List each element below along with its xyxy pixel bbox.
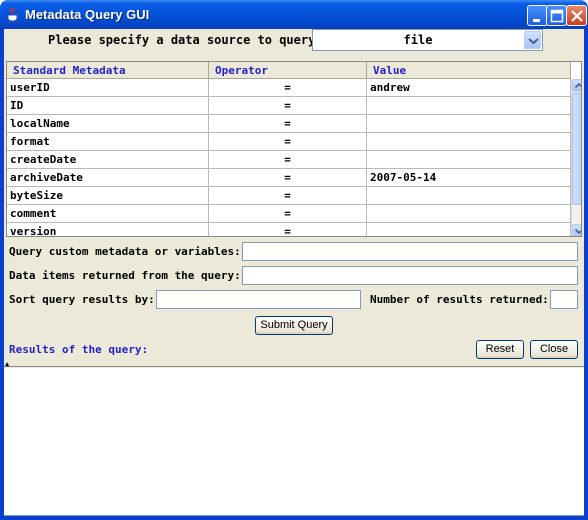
sort-by-input[interactable] — [156, 290, 361, 309]
value-cell[interactable] — [367, 133, 571, 151]
operator-cell[interactable]: = — [209, 115, 367, 133]
table-row[interactable]: comment = — [7, 205, 571, 223]
client-area: Please specify a data source to query: f… — [4, 29, 584, 516]
dropdown-arrow-button[interactable] — [524, 31, 541, 49]
maximize-button[interactable] — [546, 5, 567, 26]
table-scrollbar[interactable] — [571, 79, 581, 236]
operator-cell[interactable]: = — [209, 79, 367, 97]
table-row[interactable]: createDate = — [7, 151, 571, 169]
metadata-name-cell[interactable]: comment — [7, 205, 209, 223]
table-row[interactable]: ID = — [7, 97, 571, 115]
table-row[interactable]: userID = andrew — [7, 79, 571, 97]
table-row[interactable]: byteSize = — [7, 187, 571, 205]
table-row[interactable]: format = — [7, 133, 571, 151]
operator-cell[interactable]: = — [209, 223, 367, 236]
results-label: Results of the query: — [9, 343, 149, 356]
custom-metadata-label: Query custom metadata or variables: — [9, 245, 241, 258]
custom-metadata-input[interactable] — [242, 242, 578, 261]
maximize-icon — [550, 9, 564, 23]
close-button[interactable]: Close — [530, 340, 578, 359]
data-source-value: file — [403, 33, 433, 47]
metadata-name-cell[interactable]: version — [7, 223, 209, 236]
operator-cell[interactable]: = — [209, 151, 367, 169]
metadata-name-cell[interactable]: localName — [7, 115, 209, 133]
value-cell[interactable] — [367, 205, 571, 223]
metadata-name-cell[interactable]: format — [7, 133, 209, 151]
number-results-input[interactable] — [550, 290, 578, 309]
value-cell[interactable] — [367, 115, 571, 133]
scroll-up-button[interactable] — [572, 79, 581, 92]
number-results-label: Number of results returned: — [370, 293, 549, 306]
operator-cell[interactable]: = — [209, 169, 367, 187]
operator-cell[interactable]: = — [209, 133, 367, 151]
header-operator[interactable]: Operator — [209, 62, 367, 79]
value-cell[interactable] — [367, 97, 571, 115]
scroll-thumb[interactable] — [572, 93, 581, 205]
table-row[interactable]: version = — [7, 223, 571, 236]
sort-by-label: Sort query results by: — [9, 293, 155, 306]
split-pane-divider[interactable]: ▲▼ — [4, 361, 584, 374]
chevron-up-icon — [574, 82, 581, 89]
returned-items-label: Data items returned from the query: — [9, 269, 241, 282]
table-header: Standard Metadata Operator Value — [7, 62, 571, 79]
value-cell[interactable]: andrew — [367, 79, 571, 97]
value-cell[interactable]: 2007-05-14 — [367, 169, 571, 187]
operator-cell[interactable]: = — [209, 205, 367, 223]
table-row[interactable]: localName = — [7, 115, 571, 133]
java-cup-icon — [7, 7, 19, 23]
operator-cell[interactable]: = — [209, 187, 367, 205]
scroll-down-button[interactable] — [572, 224, 581, 236]
header-value[interactable]: Value — [367, 62, 571, 79]
data-source-label: Please specify a data source to query: — [48, 33, 323, 47]
close-window-button[interactable] — [566, 5, 587, 26]
minimize-button[interactable] — [527, 5, 548, 26]
reset-button[interactable]: Reset — [476, 340, 524, 359]
header-standard-metadata[interactable]: Standard Metadata — [7, 62, 209, 79]
table-body: userID = andrew ID = localName = format = createD… — [7, 79, 571, 236]
close-icon — [571, 10, 583, 22]
table-row[interactable]: archiveDate = 2007-05-14 — [7, 169, 571, 187]
metadata-table: Standard Metadata Operator Value userID =… — [6, 61, 582, 237]
results-area[interactable] — [4, 368, 584, 516]
value-cell[interactable] — [367, 223, 571, 236]
data-source-select[interactable]: file — [312, 29, 543, 51]
returned-items-input[interactable] — [242, 266, 578, 285]
value-cell[interactable] — [367, 151, 571, 169]
value-cell[interactable] — [367, 187, 571, 205]
metadata-name-cell[interactable]: byteSize — [7, 187, 209, 205]
operator-cell[interactable]: = — [209, 97, 367, 115]
title-bar[interactable]: Metadata Query GUI — [0, 0, 588, 29]
metadata-name-cell[interactable]: ID — [7, 97, 209, 115]
metadata-name-cell[interactable]: archiveDate — [7, 169, 209, 187]
submit-query-button[interactable]: Submit Query — [255, 316, 333, 335]
metadata-name-cell[interactable]: userID — [7, 79, 209, 97]
window: Metadata Query GUI Please specify a data… — [0, 0, 588, 520]
chevron-down-icon — [574, 228, 581, 235]
metadata-name-cell[interactable]: createDate — [7, 151, 209, 169]
window-title: Metadata Query GUI — [25, 7, 150, 22]
chevron-down-icon — [528, 38, 539, 45]
